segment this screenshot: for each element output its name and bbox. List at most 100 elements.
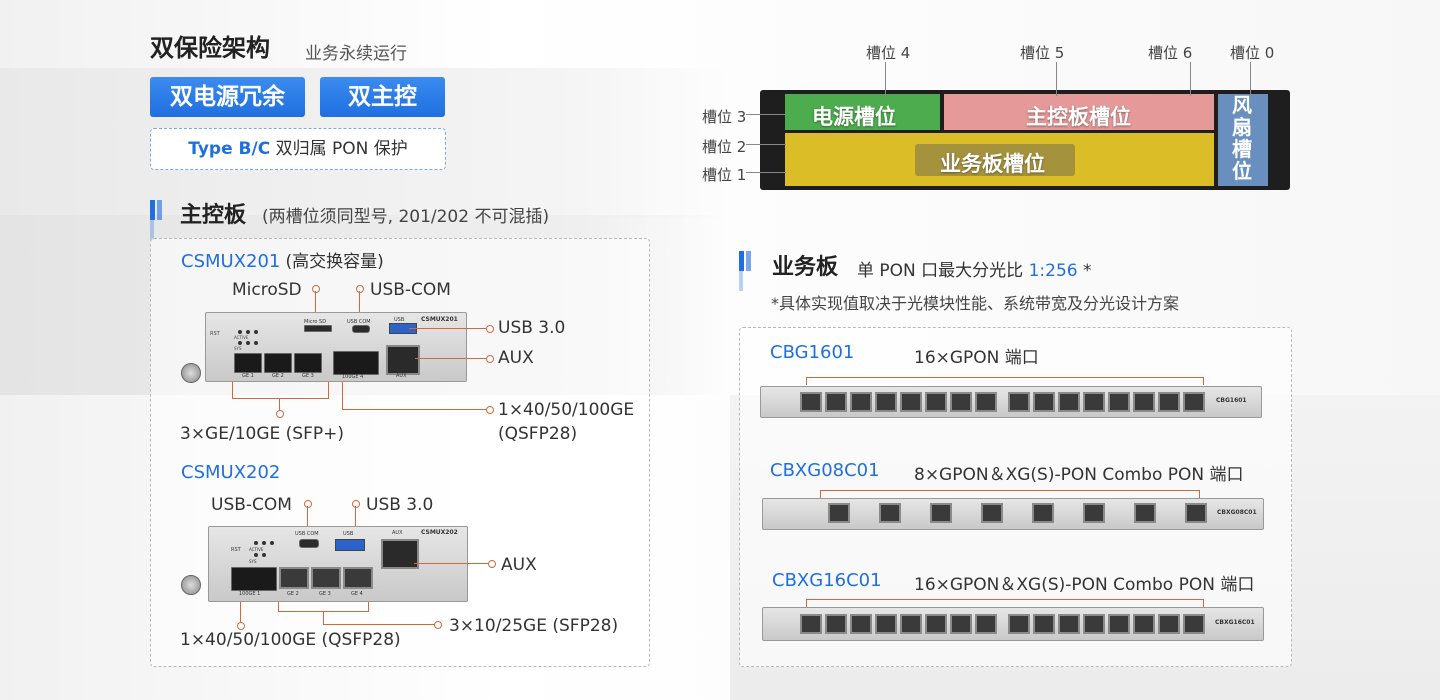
pon-port xyxy=(1032,503,1054,523)
slot2-leader xyxy=(746,144,786,145)
aux2-leader xyxy=(414,563,490,564)
sfp28-marker xyxy=(434,621,442,629)
pon-port xyxy=(975,392,997,412)
cbg1601-name: CBG1601 xyxy=(770,342,855,363)
qsfp-leader xyxy=(342,409,487,410)
rst-label: RST xyxy=(231,547,241,553)
csmux201-suffix: (高交换容量) xyxy=(285,252,384,272)
pon-port xyxy=(800,392,822,412)
pon-port xyxy=(875,614,897,634)
pon-port xyxy=(1033,392,1055,412)
bracket-line xyxy=(232,398,329,399)
pon-port xyxy=(950,392,972,412)
pon-port xyxy=(1133,392,1155,412)
fan-slot-label: 风 扇 槽 位 xyxy=(1232,94,1252,182)
ge3-silk: GE 3 xyxy=(319,591,331,597)
dual-main-control-badge: 双主控 xyxy=(320,77,445,117)
cbxg16c01-silk: CBXG16C01 xyxy=(1215,619,1255,626)
usbcom-silk: USB COM xyxy=(295,531,319,537)
aux-port xyxy=(381,539,419,569)
sfp28-port xyxy=(279,567,309,589)
dual-power-badge: 双电源冗余 xyxy=(150,77,305,117)
csmux201-heading: CSMUX201 (高交换容量) xyxy=(181,247,384,272)
slot1-leader xyxy=(746,172,786,173)
status-led xyxy=(270,541,274,545)
pon-port xyxy=(1134,503,1156,523)
split-ratio-star: * xyxy=(1082,261,1092,281)
csmux202-card: RST ACTIVE SYS USB COM USB AUX CSMUX202 … xyxy=(208,526,468,602)
fan-char: 位 xyxy=(1232,159,1252,183)
status-led xyxy=(262,553,266,557)
csmux201-silk: CSMUX201 xyxy=(421,316,458,323)
bracket-line xyxy=(806,599,807,607)
status-led xyxy=(246,341,250,345)
ge-port xyxy=(294,353,322,373)
pon-port xyxy=(1108,614,1130,634)
qsfp-label-line1: 1×40/50/100GE xyxy=(498,400,635,420)
cbxg08c01-silk: CBXG08C01 xyxy=(1217,509,1257,516)
bracket-line xyxy=(820,490,821,498)
slot6-leader xyxy=(1190,62,1191,96)
qsfp-marker xyxy=(486,406,494,414)
pon-port xyxy=(1185,503,1207,523)
active-label: ACTIVE xyxy=(249,547,264,552)
cbxg08c01-desc: 8×GPON＆XG(S)-PON Combo PON 端口 xyxy=(914,465,1244,485)
bracket-line xyxy=(820,490,1200,491)
cbxg16c01-desc: 16×GPON＆XG(S)-PON Combo PON 端口 xyxy=(914,575,1255,595)
pon-port xyxy=(925,392,947,412)
pon-port xyxy=(800,614,822,634)
status-led xyxy=(254,541,258,545)
pon-port xyxy=(981,503,1003,523)
fan-slot: 风 扇 槽 位 xyxy=(1218,94,1268,186)
status-led xyxy=(238,341,242,345)
cbxg16c01-name: CBXG16C01 xyxy=(772,570,882,591)
qsfp28-port xyxy=(333,351,379,375)
pon-port xyxy=(1183,392,1205,412)
pon-port xyxy=(1058,392,1080,412)
csmux202-silk: CSMUX202 xyxy=(421,529,458,536)
qsfp2-leader xyxy=(240,602,241,624)
ge-port xyxy=(264,353,292,373)
slot1-label: 槽位 1 xyxy=(702,166,747,184)
bracket-line xyxy=(328,382,329,398)
sys-label: SYS xyxy=(249,559,257,564)
pon-port xyxy=(1108,392,1130,412)
usb3-label: USB 3.0 xyxy=(498,318,566,338)
ge1-silk: GE 1 xyxy=(242,373,254,379)
cbxg08c01-name: CBXG08C01 xyxy=(770,460,880,481)
service-footnote: *具体实现值取决于光模块性能、系统带宽及分光设计方案 xyxy=(771,294,1180,313)
main-board-section-title: 主控板 xyxy=(180,203,247,228)
pon-port xyxy=(1083,503,1105,523)
status-led xyxy=(254,341,258,345)
bracket-line xyxy=(323,611,324,624)
rst-label: RST xyxy=(210,331,220,337)
fan-char: 槽 xyxy=(1232,137,1252,161)
aux-silk: AUX xyxy=(392,530,403,536)
usbcom-marker xyxy=(356,285,364,293)
status-led xyxy=(246,330,250,334)
service-board-section-title: 业务板 xyxy=(772,255,839,280)
ge2-silk: GE 2 xyxy=(272,373,284,379)
qsfp-label-line2: (QSFP28) xyxy=(498,424,578,444)
qsfp2-label: 1×40/50/100GE (QSFP28) xyxy=(180,630,401,650)
cbg1601-desc: 16×GPON 端口 xyxy=(914,348,1039,368)
usbcom-label: USB-COM xyxy=(370,280,451,300)
bracket-line xyxy=(1199,490,1200,498)
aux-port xyxy=(386,345,420,375)
pon-port xyxy=(825,614,847,634)
usb3-leader xyxy=(409,328,488,329)
csmux201-card: RST ACTIVE SYS Micro SD USB COM USB CSMU… xyxy=(205,312,467,382)
pon-port xyxy=(930,503,952,523)
service-section-note: 单 PON 口最大分光比 1:256 * xyxy=(857,256,1091,281)
power-slot-label: 电源槽位 xyxy=(812,105,896,129)
microsd-marker xyxy=(312,285,320,293)
aux-leader xyxy=(415,358,488,359)
slot5-label: 槽位 5 xyxy=(1020,44,1065,62)
typeb-protection-badge: Type B/C 双归属 PON 保护 xyxy=(150,128,446,170)
page-subtitle: 业务永续运行 xyxy=(305,44,407,64)
pon-port xyxy=(828,503,850,523)
ge-sfp-label: 3×GE/10GE (SFP+) xyxy=(180,424,344,444)
pon-port xyxy=(825,392,847,412)
status-led xyxy=(254,553,258,557)
aux-marker xyxy=(486,355,494,363)
